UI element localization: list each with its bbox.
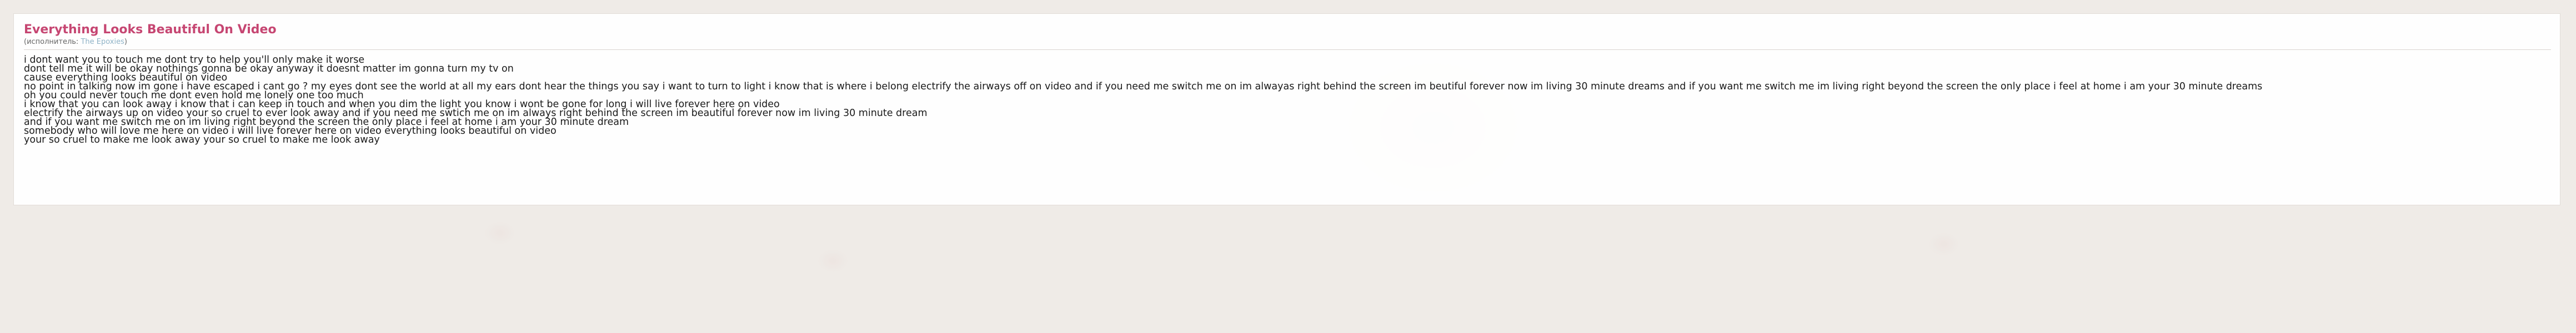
lyric-line: no point in talking now im gone i have e… <box>24 81 2263 92</box>
lyric-line: your so cruel to make me look away your … <box>24 134 380 145</box>
lyric-line: dont tell me it will be okay nothings go… <box>24 63 514 74</box>
artist-link[interactable]: The Epoxies <box>81 38 124 46</box>
artist-suffix: ) <box>124 38 127 46</box>
artist-line: (исполнитель: The Epoxies) <box>24 38 2550 47</box>
artist-prefix: (исполнитель: <box>24 38 81 46</box>
song-title: Everything Looks Beautiful On Video <box>24 23 277 37</box>
lyrics-panel: Everything Looks Beautiful On Video (исп… <box>13 13 2560 205</box>
lyrics-list: i dont want you to touch me dont try to … <box>24 55 2550 145</box>
lyric-line: somebody who will love me here on video … <box>24 125 557 137</box>
divider <box>24 49 2551 50</box>
